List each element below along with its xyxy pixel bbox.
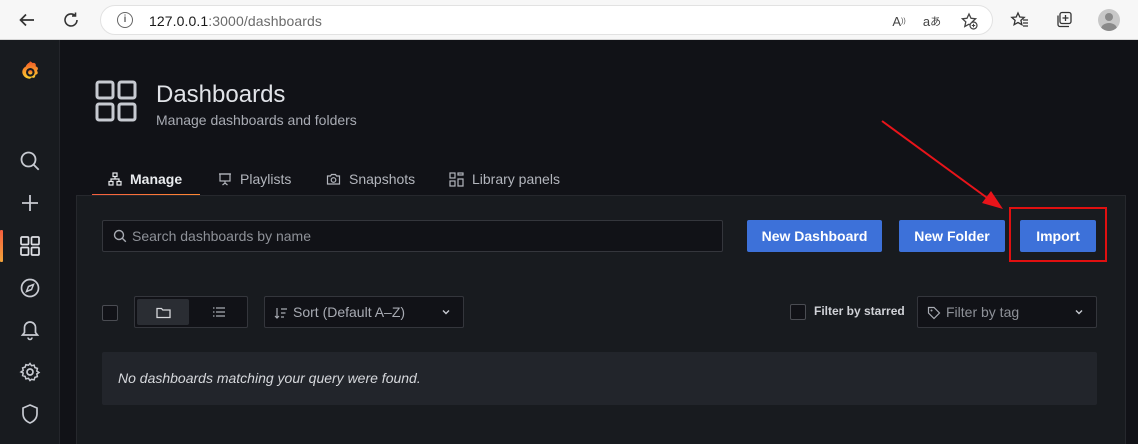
sidebar bbox=[0, 40, 60, 444]
browser-toolbar: i 127.0.0.1:3000/dashboards A)) aあ bbox=[0, 0, 1138, 40]
sitemap-icon bbox=[108, 172, 122, 186]
url-text: 127.0.0.1:3000/dashboards bbox=[149, 13, 322, 29]
sort-select[interactable]: Sort (Default A–Z) bbox=[264, 296, 464, 328]
favorites-icon[interactable] bbox=[1010, 10, 1030, 30]
bell-icon[interactable] bbox=[0, 310, 60, 350]
tag-filter-select[interactable]: Filter by tag bbox=[917, 296, 1097, 328]
search-input[interactable]: Search dashboards by name bbox=[102, 220, 723, 252]
new-dashboard-button[interactable]: New Dashboard bbox=[747, 220, 882, 252]
chevron-down-icon bbox=[1075, 310, 1083, 315]
view-toggle bbox=[134, 296, 248, 328]
library-panels-icon bbox=[449, 171, 464, 187]
dashboards-header-icon bbox=[95, 80, 137, 127]
search-placeholder: Search dashboards by name bbox=[132, 228, 311, 244]
search-icon bbox=[113, 229, 127, 243]
grafana-logo-icon[interactable] bbox=[0, 52, 60, 92]
gear-icon[interactable] bbox=[0, 352, 60, 392]
manage-panel: Search dashboards by name New Dashboard … bbox=[76, 195, 1126, 444]
new-folder-button[interactable]: New Folder bbox=[899, 220, 1005, 252]
compass-icon[interactable] bbox=[0, 268, 60, 308]
info-icon[interactable]: i bbox=[117, 12, 133, 28]
folder-icon bbox=[155, 307, 171, 318]
presentation-icon bbox=[219, 173, 231, 186]
empty-results-message: No dashboards matching your query were f… bbox=[102, 352, 1097, 405]
back-icon[interactable] bbox=[13, 6, 41, 34]
list-view-button[interactable] bbox=[193, 299, 245, 325]
tab-manage[interactable]: Manage bbox=[92, 162, 200, 196]
tab-snapshots-label: Snapshots bbox=[349, 171, 416, 187]
address-bar[interactable]: i 127.0.0.1:3000/dashboards A)) aあ bbox=[100, 5, 993, 35]
tab-playlists[interactable]: Playlists bbox=[218, 162, 291, 196]
tab-playlists-label: Playlists bbox=[240, 171, 292, 187]
page-title: Dashboards bbox=[156, 81, 286, 108]
camera-icon bbox=[326, 173, 341, 185]
reload-icon[interactable] bbox=[57, 6, 85, 34]
translate-icon[interactable]: aあ bbox=[923, 12, 941, 30]
tab-manage-label: Manage bbox=[130, 171, 183, 187]
sort-label: Sort (Default A–Z) bbox=[293, 304, 406, 320]
main-content: Dashboards Manage dashboards and folders… bbox=[61, 40, 1138, 444]
chevron-down-icon bbox=[442, 310, 450, 315]
empty-results-text: No dashboards matching your query were f… bbox=[118, 370, 421, 386]
tag-icon bbox=[927, 306, 941, 320]
filter-starred-checkbox[interactable] bbox=[790, 304, 806, 320]
filter-starred-label: Filter by starred bbox=[814, 304, 905, 318]
plus-icon[interactable] bbox=[0, 183, 60, 223]
dashboards-icon[interactable] bbox=[0, 226, 60, 266]
search-icon[interactable] bbox=[0, 141, 60, 181]
tag-filter-placeholder: Filter by tag bbox=[946, 304, 1020, 320]
tab-snapshots[interactable]: Snapshots bbox=[326, 162, 415, 196]
tab-library-panels-label: Library panels bbox=[472, 171, 560, 187]
profile-icon[interactable] bbox=[1098, 9, 1120, 31]
tab-library-panels[interactable]: Library panels bbox=[449, 162, 560, 196]
list-icon bbox=[213, 307, 225, 317]
sort-icon bbox=[274, 308, 287, 319]
add-favorite-icon[interactable] bbox=[960, 12, 978, 30]
folder-view-button[interactable] bbox=[137, 299, 189, 325]
read-aloud-icon[interactable]: A)) bbox=[890, 12, 908, 30]
page-subtitle: Manage dashboards and folders bbox=[156, 112, 357, 128]
shield-icon[interactable] bbox=[0, 394, 60, 434]
collections-icon[interactable] bbox=[1054, 10, 1074, 30]
import-highlight-box bbox=[1009, 207, 1107, 262]
select-all-checkbox[interactable] bbox=[102, 305, 118, 321]
